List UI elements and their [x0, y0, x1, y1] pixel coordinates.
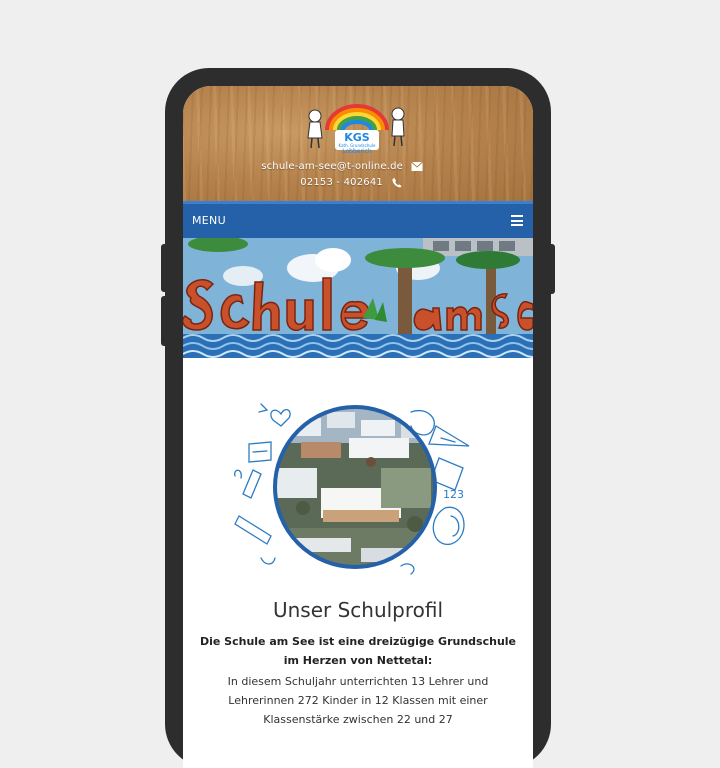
phone-side-button: [545, 244, 555, 294]
phone-contact[interactable]: 02153 - 402641: [300, 177, 403, 188]
phone-side-button: [161, 244, 171, 292]
site-header: KGS Kath. Grundschule Lobberich schule-a…: [183, 86, 533, 201]
phone-link[interactable]: 02153 - 402641: [300, 177, 383, 188]
phone-side-button: [161, 296, 171, 346]
email-contact[interactable]: schule-am-see@t-online.de: [261, 161, 423, 172]
body-paragraph: In diesem Schuljahr unterrichten 13 Lehr…: [227, 675, 489, 726]
phone-screen: KGS Kath. Grundschule Lobberich schule-a…: [183, 86, 533, 768]
lead-paragraph: Die Schule am See ist eine dreizügige Gr…: [199, 635, 517, 667]
page-title: Unser Schulprofil: [272, 598, 444, 622]
phone-frame: KGS Kath. Grundschule Lobberich schule-a…: [161, 68, 555, 768]
school-photo-illustration: 123: [234, 403, 470, 575]
phone-icon: [392, 177, 402, 188]
school-banner-image: [183, 238, 533, 358]
school-logo[interactable]: KGS Kath. Grundschule Lobberich: [305, 100, 409, 156]
envelope-icon: [411, 161, 423, 171]
logo-town-text: Lobberich: [342, 148, 372, 155]
svg-text:123: 123: [443, 488, 464, 501]
hamburger-icon[interactable]: [511, 215, 523, 226]
menu-label[interactable]: MENU: [192, 214, 226, 227]
nav-menu-bar[interactable]: MENU: [183, 201, 533, 238]
email-link[interactable]: schule-am-see@t-online.de: [261, 161, 403, 172]
